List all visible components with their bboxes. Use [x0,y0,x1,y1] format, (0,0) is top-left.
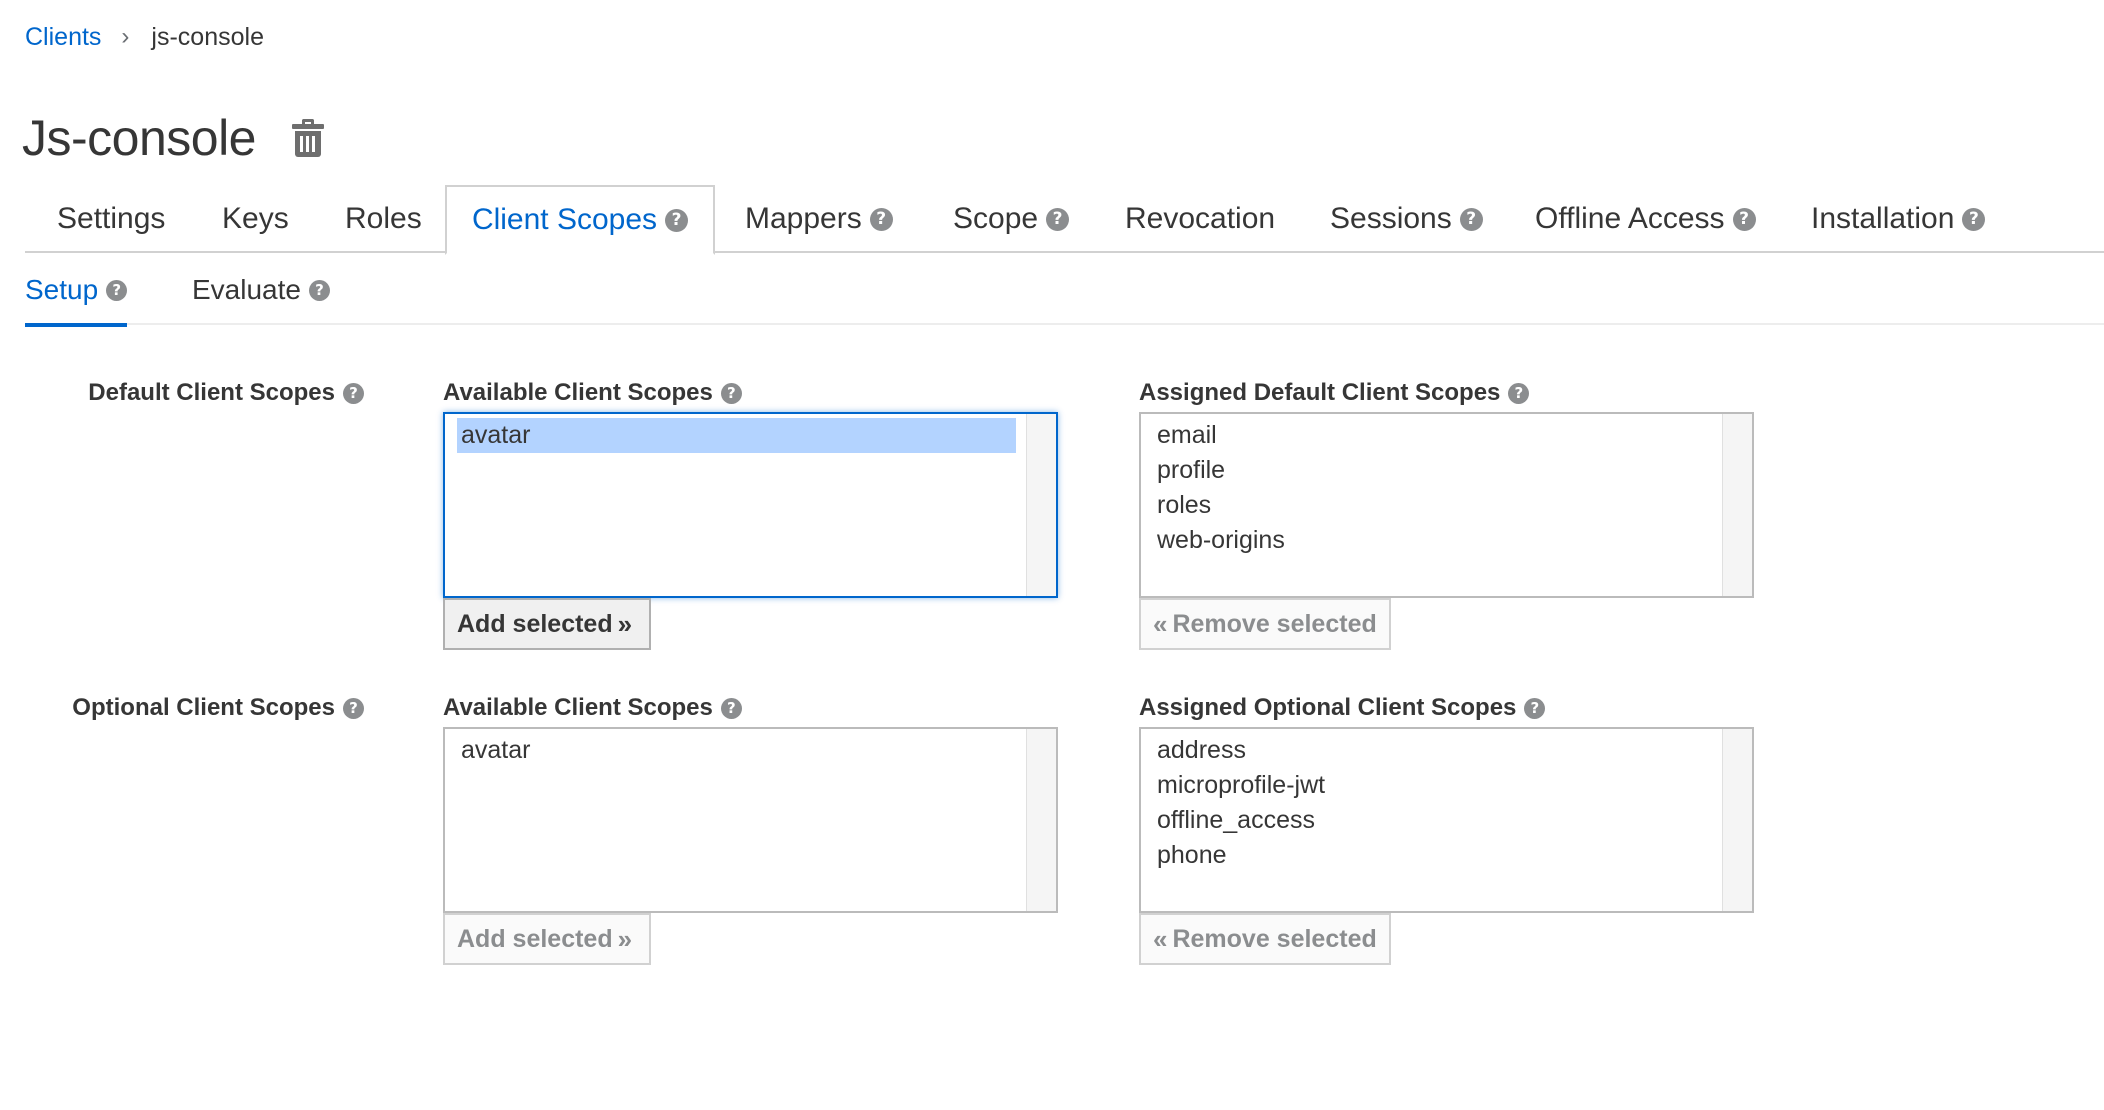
tab-label: Revocation [1125,202,1276,235]
scrollbar[interactable] [1026,729,1056,911]
angle-double-left-icon: « [1153,608,1168,639]
help-icon[interactable]: ? [665,208,689,232]
tab-offline-access[interactable]: Offline Access ? [1535,185,1756,253]
tab-label: Scope [953,202,1039,235]
tab-mappers[interactable]: Mappers ? [745,185,893,253]
angle-double-right-icon: » [617,608,633,639]
button-label: Add selected [457,924,613,953]
subtab-evaluate[interactable]: Evaluate ? [192,255,330,325]
option-list: address microprofile-jwt offline_access … [1141,729,1752,873]
help-icon[interactable]: ? [343,382,364,404]
help-icon[interactable]: ? [1524,697,1546,719]
subtab-label: Setup [25,274,99,305]
breadcrumb: Clients › js-console [25,20,264,54]
tab-settings[interactable]: Settings [57,185,165,253]
help-icon[interactable]: ? [1508,382,1530,404]
tab-label: Roles [345,202,422,235]
list-item[interactable]: email [1141,418,1712,453]
list-item[interactable]: roles [1141,488,1712,523]
scrollbar[interactable] [1026,414,1056,596]
option-list: email profile roles web-origins [1141,414,1752,558]
scrollbar[interactable] [1722,729,1752,911]
tab-label: Mappers [745,202,862,235]
label-text: Available Client Scopes [443,379,713,406]
help-icon[interactable]: ? [343,697,364,719]
help-icon[interactable]: ? [106,279,128,301]
subtab-setup[interactable]: Setup ? [25,255,128,327]
client-scopes-page: Clients › js-console Js-console Settings… [0,0,2104,1110]
option-list: avatar [445,414,1056,453]
tab-roles[interactable]: Roles [345,185,422,253]
optional-add-selected-button[interactable]: Add selected » [443,913,652,965]
label-text: Assigned Optional Client Scopes [1139,694,1517,721]
title-row: Js-console [22,108,326,168]
default-remove-selected-button[interactable]: « Remove selected [1139,598,1391,650]
optional-available-listbox[interactable]: avatar [443,727,1058,913]
help-icon[interactable]: ? [720,382,742,404]
default-available-label: Available Client Scopes ? [443,377,742,409]
angle-double-right-icon: » [617,923,633,954]
tab-installation[interactable]: Installation ? [1811,185,1986,253]
tab-keys[interactable]: Keys [222,185,289,253]
main-tabs: Settings Keys Roles Client Scopes ? Mapp… [25,185,2104,255]
tab-scope[interactable]: Scope ? [953,185,1070,253]
default-assigned-label: Assigned Default Client Scopes ? [1139,377,1530,409]
help-icon[interactable]: ? [308,279,330,301]
help-icon[interactable]: ? [1962,207,1986,231]
help-icon[interactable]: ? [720,697,742,719]
list-item[interactable]: microprofile-jwt [1141,768,1712,803]
help-icon[interactable]: ? [869,207,893,231]
tab-client-scopes[interactable]: Client Scopes ? [445,185,715,255]
optional-client-scopes-label: Optional Client Scopes ? [72,692,364,724]
optional-remove-selected-button[interactable]: « Remove selected [1139,913,1391,965]
default-add-selected-button[interactable]: Add selected » [443,598,652,650]
tab-label: Client Scopes [471,203,658,236]
label-text: Optional Client Scopes [72,694,335,721]
optional-assigned-listbox[interactable]: address microprofile-jwt offline_access … [1139,727,1754,913]
subtab-label: Evaluate [192,274,301,305]
breadcrumb-separator-icon: › [121,23,130,50]
list-item[interactable]: web-origins [1141,523,1712,558]
sub-tabs: Setup ? Evaluate ? [25,255,2104,327]
tab-label: Installation [1811,202,1955,235]
button-label: Add selected [457,609,613,638]
default-client-scopes-label: Default Client Scopes ? [88,377,364,409]
default-available-listbox[interactable]: avatar [443,412,1058,598]
list-item[interactable]: address [1141,733,1712,768]
breadcrumb-clients-link[interactable]: Clients [25,23,101,52]
list-item[interactable]: avatar [445,733,1016,768]
tab-label: Settings [57,202,166,235]
button-label: Remove selected [1172,924,1377,953]
page-title: Js-console [22,110,257,166]
angle-double-left-icon: « [1153,923,1168,954]
trash-icon[interactable] [290,118,326,158]
tab-sessions[interactable]: Sessions ? [1330,185,1483,253]
button-label: Remove selected [1172,609,1377,638]
option-list: avatar [445,729,1056,768]
breadcrumb-current: js-console [151,22,264,51]
list-item[interactable]: offline_access [1141,803,1712,838]
label-text: Default Client Scopes [88,379,335,406]
tab-label: Offline Access [1535,202,1725,235]
tab-revocation[interactable]: Revocation [1125,185,1275,253]
optional-available-label: Available Client Scopes ? [443,692,742,724]
scrollbar[interactable] [1722,414,1752,596]
list-item[interactable]: profile [1141,453,1712,488]
tab-label: Keys [222,202,289,235]
help-icon[interactable]: ? [1459,207,1483,231]
label-text: Available Client Scopes [443,694,713,721]
list-item[interactable]: avatar [457,418,1016,453]
label-text: Assigned Default Client Scopes [1139,379,1501,406]
tab-label: Sessions [1330,202,1452,235]
list-item[interactable]: phone [1141,838,1712,873]
default-assigned-listbox[interactable]: email profile roles web-origins [1139,412,1754,598]
help-icon[interactable]: ? [1732,207,1756,231]
optional-assigned-label: Assigned Optional Client Scopes ? [1139,692,1546,724]
help-icon[interactable]: ? [1046,207,1070,231]
